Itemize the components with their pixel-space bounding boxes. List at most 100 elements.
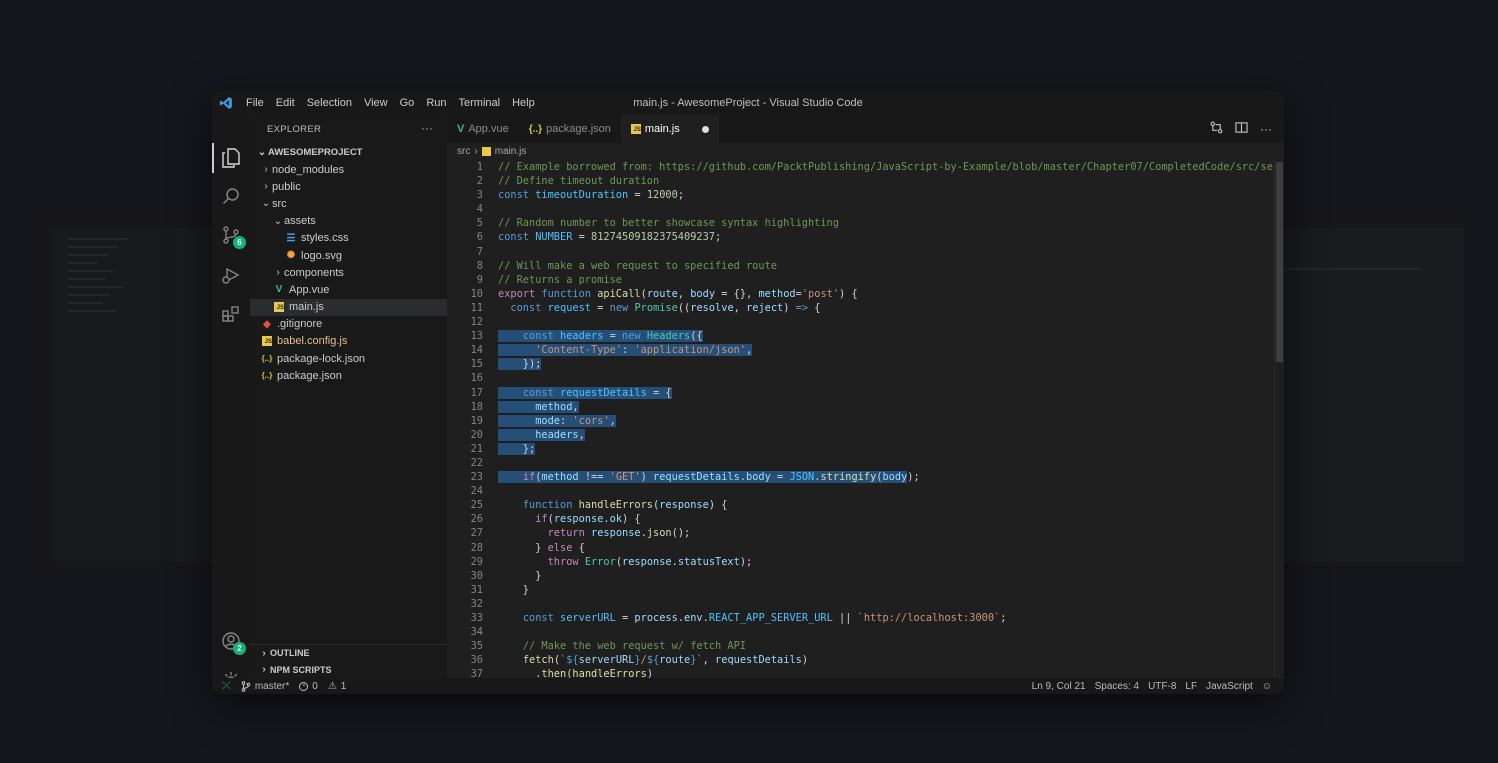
code-token — [498, 414, 536, 427]
code-token: response — [659, 499, 709, 512]
title-bar: File Edit Selection View Go Run Terminal… — [212, 91, 1284, 115]
menu-edit[interactable]: Edit — [270, 91, 301, 115]
line-number: 37 — [470, 668, 483, 678]
breadcrumb-file[interactable]: main.js — [495, 146, 527, 157]
menu-help[interactable]: Help — [506, 91, 541, 115]
code-token: body — [746, 471, 771, 484]
line-text — [483, 625, 498, 639]
file-tree: › node_modules › public ⌄ src ⌄ assets ☰ styles.c… — [250, 161, 447, 384]
line-text — [483, 202, 498, 216]
code-token: then — [541, 668, 567, 678]
code-token: }); — [498, 358, 542, 371]
line-number: 14 — [470, 344, 483, 357]
ghost-statusbar — [1262, 562, 1464, 570]
line-text: }); — [483, 357, 542, 371]
language-mode[interactable]: JavaScript — [1206, 681, 1253, 692]
code-token: , — [702, 654, 716, 667]
code-token: ) { — [622, 513, 641, 526]
js-icon — [481, 147, 491, 156]
split-editor-icon[interactable] — [1235, 121, 1248, 137]
tab-main-js[interactable]: JS main.js — [620, 115, 719, 143]
tree-item[interactable]: ⌄ assets — [250, 213, 447, 230]
cursor-position[interactable]: Ln 9, Col 21 — [1032, 681, 1086, 692]
outline-section[interactable]: › OUTLINE — [250, 644, 447, 661]
menu-run[interactable]: Run — [420, 91, 452, 115]
editor-scrollbar[interactable] — [1274, 160, 1284, 678]
code-line: 7 — [447, 245, 1274, 259]
code-token: . — [498, 668, 542, 678]
line-text — [483, 597, 498, 611]
js-icon: JS — [630, 124, 641, 134]
tab-app-vue[interactable]: V App.vue — [447, 115, 519, 143]
scrollbar-thumb[interactable] — [1276, 162, 1283, 362]
more-actions-icon[interactable]: ··· — [421, 123, 433, 135]
code-line: 27 return response.json(); — [447, 526, 1274, 540]
modified-dot-icon[interactable] — [701, 125, 709, 133]
chevron-right-icon: › — [474, 146, 478, 157]
code-token: const — [498, 189, 536, 202]
tree-item[interactable]: {..} package.json — [250, 367, 447, 384]
project-section-header[interactable]: ⌄ AWESOMEPROJECT — [250, 143, 447, 161]
remote-icon[interactable]: ⤫ — [222, 680, 231, 693]
warning-icon: ⚠ — [327, 680, 337, 692]
menu-file[interactable]: File — [240, 91, 270, 115]
encoding[interactable]: UTF-8 — [1148, 681, 1176, 692]
tree-item[interactable]: JS babel.config.js — [250, 333, 447, 350]
menu-selection[interactable]: Selection — [301, 91, 358, 115]
tree-item[interactable]: › node_modules — [250, 161, 447, 178]
explorer-icon[interactable] — [221, 148, 241, 168]
line-number: 30 — [470, 569, 483, 582]
accounts-icon[interactable]: 2 — [221, 631, 246, 655]
tree-item[interactable]: ◆ .gitignore — [250, 316, 447, 333]
tree-item[interactable]: ⌄ src — [250, 195, 447, 212]
code-line: 10 export function apiCall(route, body = … — [447, 287, 1274, 301]
tab-package-json[interactable]: {..} package.json — [519, 115, 621, 143]
run-debug-icon[interactable] — [221, 265, 241, 285]
branch-item[interactable]: master* — [241, 681, 289, 692]
tree-item[interactable]: JS main.js — [250, 298, 447, 316]
tree-item[interactable]: › public — [250, 178, 447, 195]
tree-item-label: src — [272, 197, 287, 210]
ghost-editor — [1262, 228, 1464, 562]
line-number: 34 — [470, 626, 483, 639]
code-line: 16 — [447, 371, 1274, 385]
vue-icon: V — [275, 284, 283, 296]
code-token: requestDetails — [560, 386, 647, 399]
search-icon[interactable] — [221, 186, 241, 206]
extensions-icon[interactable] — [221, 304, 241, 324]
indentation[interactable]: Spaces: 4 — [1095, 681, 1139, 692]
more-actions-icon[interactable]: ··· — [1260, 122, 1272, 136]
vue-icon: V — [457, 123, 465, 135]
line-number: 2 — [476, 175, 483, 188]
code-line: 28 } else { — [447, 541, 1274, 555]
tree-item[interactable]: › components — [250, 264, 447, 281]
code-token: } — [498, 583, 529, 596]
error-icon: × — [299, 681, 309, 691]
menu-terminal[interactable]: Terminal — [453, 91, 507, 115]
code-token — [498, 400, 536, 413]
tree-item[interactable]: ☰ styles.css — [250, 230, 447, 247]
menu-view[interactable]: View — [358, 91, 394, 115]
background-window-left — [32, 212, 232, 570]
code-editor[interactable]: 1 // Example borrowed from: https://githu… — [447, 160, 1274, 678]
menu-go[interactable]: Go — [394, 91, 421, 115]
tree-item[interactable]: ✺ logo.svg — [250, 247, 447, 264]
code-token: const — [522, 330, 561, 343]
npm-scripts-section[interactable]: › NPM SCRIPTS — [250, 661, 447, 678]
code-line: 11 const request = new Promise((resolve,… — [447, 301, 1274, 315]
code-token: apiCall — [597, 287, 641, 300]
compare-changes-icon[interactable] — [1210, 121, 1223, 137]
tree-item[interactable]: {..} package-lock.json — [250, 350, 447, 367]
code-token: const — [498, 231, 536, 244]
feedback-icon[interactable]: ☺ — [1262, 681, 1272, 692]
chevron-down-icon: ⌄ — [261, 198, 271, 210]
problems-item[interactable]: × 0 ⚠ 1 — [299, 681, 346, 692]
source-control-icon[interactable]: 6 — [221, 225, 246, 249]
tree-item-label: .gitignore — [277, 318, 323, 331]
code-line: 32 — [447, 597, 1274, 611]
line-ending[interactable]: LF — [1185, 681, 1197, 692]
breadcrumb-folder[interactable]: src — [457, 146, 470, 157]
tree-item[interactable]: V App.vue — [250, 281, 447, 298]
line-number: 15 — [470, 358, 483, 371]
code-token: Error — [584, 555, 616, 568]
